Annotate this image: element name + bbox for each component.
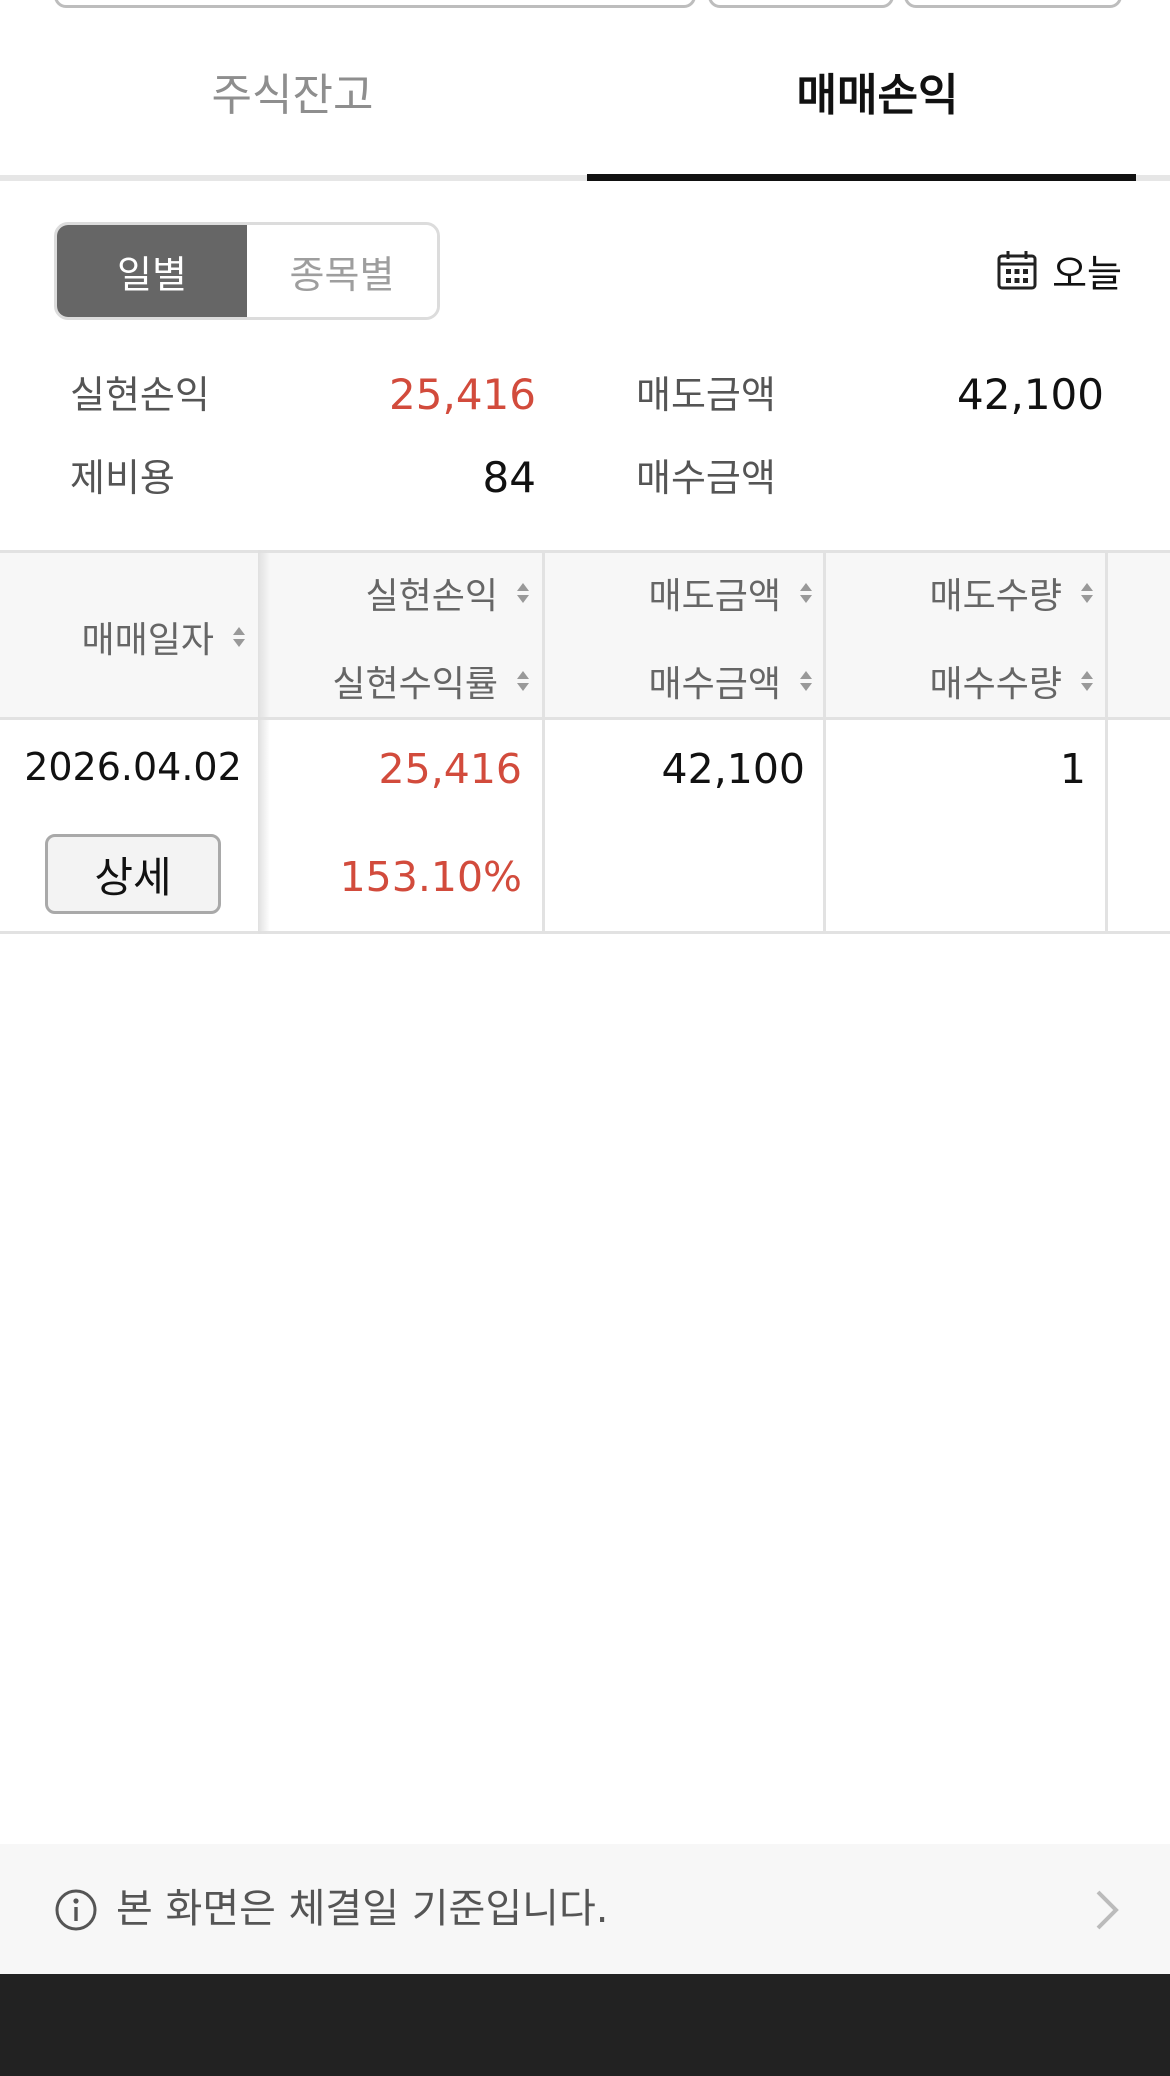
segment-daily-button[interactable]: 일별: [57, 225, 247, 317]
tab-stock-balance-label: 주식잔고: [211, 70, 374, 121]
sort-icon: [800, 583, 812, 603]
header-buy-amount-label: 매수금액: [648, 664, 781, 705]
fixed-column-shadow: [258, 550, 270, 934]
header-buy-qty-label: 매수수량: [929, 664, 1062, 705]
header-trade-date-label: 매매일자: [81, 620, 214, 661]
header-realized-rate-label: 실현수익률: [332, 664, 498, 705]
cell-realized-rate: 153.10%: [339, 853, 522, 901]
cell-realized-pl: 25,416: [378, 745, 522, 793]
summary-panel: 실현손익 25,416 매도금액 42,100 제비용 84 매수금액: [0, 350, 1170, 520]
buy-amount-label: 매수금액: [636, 456, 776, 500]
header-sell-qty[interactable]: 매도수량: [826, 563, 1094, 623]
tab-active-indicator: [587, 174, 1136, 181]
chevron-right-icon: [1096, 1890, 1119, 1930]
summary-row: 제비용 84 매수금액: [0, 443, 1170, 513]
header-buy-amount[interactable]: 매수금액: [545, 651, 813, 711]
sort-icon: [800, 671, 812, 691]
cell-buy-amount: [545, 842, 805, 912]
cell-buy-qty: [826, 842, 1086, 912]
column-divider: [542, 550, 545, 934]
tab-bar: 주식잔고 매매손익: [0, 0, 1170, 182]
cell-sell-amount: 42,100: [661, 745, 805, 793]
column-divider: [1105, 550, 1108, 934]
table-header: 매매일자 실현손익 실현수익률 매도금액 매수금액 매도수량 매수수량: [0, 550, 1170, 720]
sort-icon: [1081, 583, 1093, 603]
header-realized-rate[interactable]: 실현수익률: [260, 651, 530, 711]
info-icon: [55, 1889, 97, 1931]
header-realized-pl-label: 실현손익: [365, 576, 498, 617]
column-divider: [823, 550, 826, 934]
summary-row: 실현손익 25,416 매도금액 42,100: [0, 360, 1170, 430]
info-bar[interactable]: 본 화면은 체결일 기준입니다.: [0, 1844, 1170, 1974]
realized-pl-label: 실현손익: [70, 373, 210, 417]
date-filter-label: 오늘: [1052, 251, 1122, 296]
cell-trade-date: 2026.04.02: [24, 745, 242, 789]
period-segment: 일별 종목별: [54, 222, 440, 320]
bottom-bar: [0, 1974, 1170, 2076]
fees-value: 84: [482, 453, 536, 502]
header-realized-pl[interactable]: 실현손익: [260, 563, 530, 623]
header-sell-qty-label: 매도수량: [929, 576, 1062, 617]
tab-stock-balance[interactable]: 주식잔고: [0, 0, 585, 182]
tab-trading-pl-label: 매매손익: [796, 70, 959, 121]
sell-amount-label: 매도금액: [636, 373, 776, 417]
sort-icon: [233, 627, 245, 647]
sort-icon: [517, 671, 529, 691]
info-text: 본 화면은 체결일 기준입니다.: [116, 1886, 609, 1932]
header-trade-date[interactable]: 매매일자: [0, 607, 246, 667]
header-sell-amount-label: 매도금액: [648, 576, 781, 617]
realized-pl-value: 25,416: [389, 370, 536, 419]
sort-icon: [1081, 671, 1093, 691]
segment-by-item-button[interactable]: 종목별: [247, 225, 437, 317]
detail-button[interactable]: 상세: [45, 834, 221, 914]
calendar-icon: [997, 251, 1037, 290]
sell-amount-value: 42,100: [957, 370, 1104, 419]
date-filter-button[interactable]: 오늘: [996, 240, 1122, 300]
header-sell-amount[interactable]: 매도금액: [545, 563, 813, 623]
cell-sell-qty: 1: [1059, 745, 1086, 793]
sort-icon: [517, 583, 529, 603]
fees-label: 제비용: [70, 456, 175, 500]
header-buy-qty[interactable]: 매수수량: [826, 651, 1094, 711]
tab-trading-pl[interactable]: 매매손익: [585, 0, 1170, 182]
